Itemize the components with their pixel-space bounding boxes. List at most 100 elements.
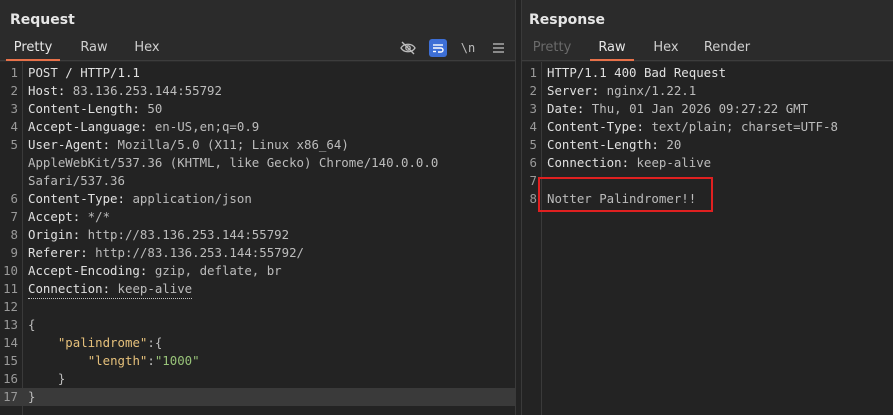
line-number: 7 xyxy=(10,209,18,224)
header-name: Date: xyxy=(547,101,585,116)
highlight-box xyxy=(538,177,713,212)
header-name: Content-Type: xyxy=(547,119,644,134)
line-number: 15 xyxy=(3,353,18,368)
code-line: AppleWebKit/537.36 (KHTML, like Gecko) C… xyxy=(0,154,515,172)
header-name: Content-Type: xyxy=(28,191,125,206)
response-tabs: Pretty Raw Hex Render xyxy=(522,38,893,61)
code-line: 6 Content-Type: application/json xyxy=(0,190,515,208)
line-number: 5 xyxy=(10,137,18,152)
header-value: } xyxy=(28,389,36,404)
code-line: 10 Accept-Encoding: gzip, deflate, br xyxy=(0,262,515,280)
line-number: 2 xyxy=(10,83,18,98)
line-number: 3 xyxy=(10,101,18,116)
header-value: "length":"1000" xyxy=(87,353,200,368)
line-number: 8 xyxy=(529,191,537,206)
code-line: 16 } xyxy=(0,370,515,388)
tab-pretty[interactable]: Pretty xyxy=(6,38,60,61)
code-line: 6 Connection: keep-alive xyxy=(522,154,893,172)
tab-render[interactable]: Render xyxy=(698,38,756,59)
code-line: Safari/537.36 xyxy=(0,172,515,190)
line-content: HTTP/1.1 400 Bad Request xyxy=(547,64,726,82)
hamburger-menu-icon[interactable] xyxy=(489,39,507,57)
line-content: Accept-Language: en-US,en;q=0.9 xyxy=(28,118,259,136)
header-name: Accept-Language: xyxy=(28,119,148,134)
header-value: keep-alive xyxy=(629,155,712,170)
line-number: 12 xyxy=(3,299,18,314)
code-line: 13 { xyxy=(0,316,515,334)
line-content: "length":"1000" xyxy=(28,352,200,370)
code-line: 15 "length":"1000" xyxy=(0,352,515,370)
header-name: Content-Length: xyxy=(28,101,140,116)
header-value: 20 xyxy=(658,137,682,152)
line-content: Origin: http://83.136.253.144:55792 xyxy=(28,226,289,244)
line-number: 1 xyxy=(10,65,18,80)
word-wrap-icon[interactable] xyxy=(429,39,447,57)
header-value: { xyxy=(28,317,36,332)
header-name: Accept-Encoding: xyxy=(28,263,148,278)
header-name: Accept: xyxy=(28,209,81,224)
tab-hex[interactable]: Hex xyxy=(126,38,168,59)
line-content: User-Agent: Mozilla/5.0 (X11; Linux x86_… xyxy=(28,136,349,154)
panel-splitter[interactable] xyxy=(515,0,522,415)
line-content: Date: Thu, 01 Jan 2026 09:27:22 GMT xyxy=(547,100,808,118)
header-name: POST / HTTP/1.1 xyxy=(28,65,140,80)
code-line: 4 Content-Type: text/plain; charset=UTF-8 xyxy=(522,118,893,136)
header-value: 50 xyxy=(139,101,163,116)
code-line: 17} xyxy=(0,388,515,406)
line-content: Accept-Encoding: gzip, deflate, br xyxy=(28,262,282,280)
line-number: 5 xyxy=(529,137,537,152)
line-content: Content-Length: 50 xyxy=(28,100,162,118)
line-number: 16 xyxy=(3,371,18,386)
line-number: 4 xyxy=(529,119,537,134)
line-content: Server: nginx/1.22.1 xyxy=(547,82,696,100)
header-value: en-US,en;q=0.9 xyxy=(147,119,260,134)
header-name: Connection: xyxy=(547,155,630,170)
line-number: 2 xyxy=(529,83,537,98)
code-line: 5 Content-Length: 20 xyxy=(522,136,893,154)
request-editor[interactable]: 1 POST / HTTP/1.1 2 Host: 83.136.253.144:55… xyxy=(0,62,515,415)
line-content: AppleWebKit/537.36 (KHTML, like Gecko) C… xyxy=(28,154,438,172)
header-name: HTTP/1.1 400 Bad Request xyxy=(547,65,727,80)
header-name: Origin: xyxy=(28,227,81,242)
tab-hex[interactable]: Hex xyxy=(644,38,688,59)
line-content: Content-Length: 20 xyxy=(547,136,681,154)
line-content: } xyxy=(28,388,35,406)
code-line: 4 Accept-Language: en-US,en;q=0.9 xyxy=(0,118,515,136)
header-value: nginx/1.22.1 xyxy=(599,83,697,98)
line-number: 13 xyxy=(3,317,18,332)
response-editor[interactable]: 1 HTTP/1.1 400 Bad Request 2 Server: nginx/… xyxy=(522,62,893,415)
line-content: Host: 83.136.253.144:55792 xyxy=(28,82,222,100)
line-number: 6 xyxy=(10,191,18,206)
tab-raw[interactable]: Raw xyxy=(590,38,634,61)
line-content: Safari/537.36 xyxy=(28,172,125,190)
request-title: Request xyxy=(10,12,75,28)
line-content: "palindrome":{ xyxy=(28,334,162,352)
header-value: "palindrome":{ xyxy=(57,335,163,350)
header-name: Host: xyxy=(28,83,66,98)
line-content: } xyxy=(28,370,65,388)
tab-pretty: Pretty xyxy=(532,40,572,55)
header-value: */* xyxy=(80,209,111,224)
code-line: 1 POST / HTTP/1.1 xyxy=(0,64,515,82)
eye-slash-icon[interactable] xyxy=(399,39,417,57)
line-number: 6 xyxy=(529,155,537,170)
code-line: 11 Connection: keep-alive xyxy=(0,280,515,299)
code-line: 12 xyxy=(0,298,515,316)
tab-raw[interactable]: Raw xyxy=(72,38,116,59)
request-toolbar: \n xyxy=(399,38,507,58)
code-line: 2 Server: nginx/1.22.1 xyxy=(522,82,893,100)
line-number: 1 xyxy=(529,65,537,80)
request-lines: 1 POST / HTTP/1.1 2 Host: 83.136.253.144:55… xyxy=(0,64,515,406)
code-line: 3 Content-Length: 50 xyxy=(0,100,515,118)
header-value: Mozilla/5.0 (X11; Linux x86_64) xyxy=(110,137,349,152)
line-number: 9 xyxy=(10,245,18,260)
line-number: 17 xyxy=(3,389,18,404)
line-number: 10 xyxy=(3,263,18,278)
line-content: Referer: http://83.136.253.144:55792/ xyxy=(28,244,304,262)
code-line: 1 HTTP/1.1 400 Bad Request xyxy=(522,64,893,82)
header-name: Referer: xyxy=(28,245,88,260)
header-value: text/plain; charset=UTF-8 xyxy=(643,119,838,134)
code-line: 9 Referer: http://83.136.253.144:55792/ xyxy=(0,244,515,262)
newline-toggle[interactable]: \n xyxy=(459,39,477,57)
code-line: 3 Date: Thu, 01 Jan 2026 09:27:22 GMT xyxy=(522,100,893,118)
